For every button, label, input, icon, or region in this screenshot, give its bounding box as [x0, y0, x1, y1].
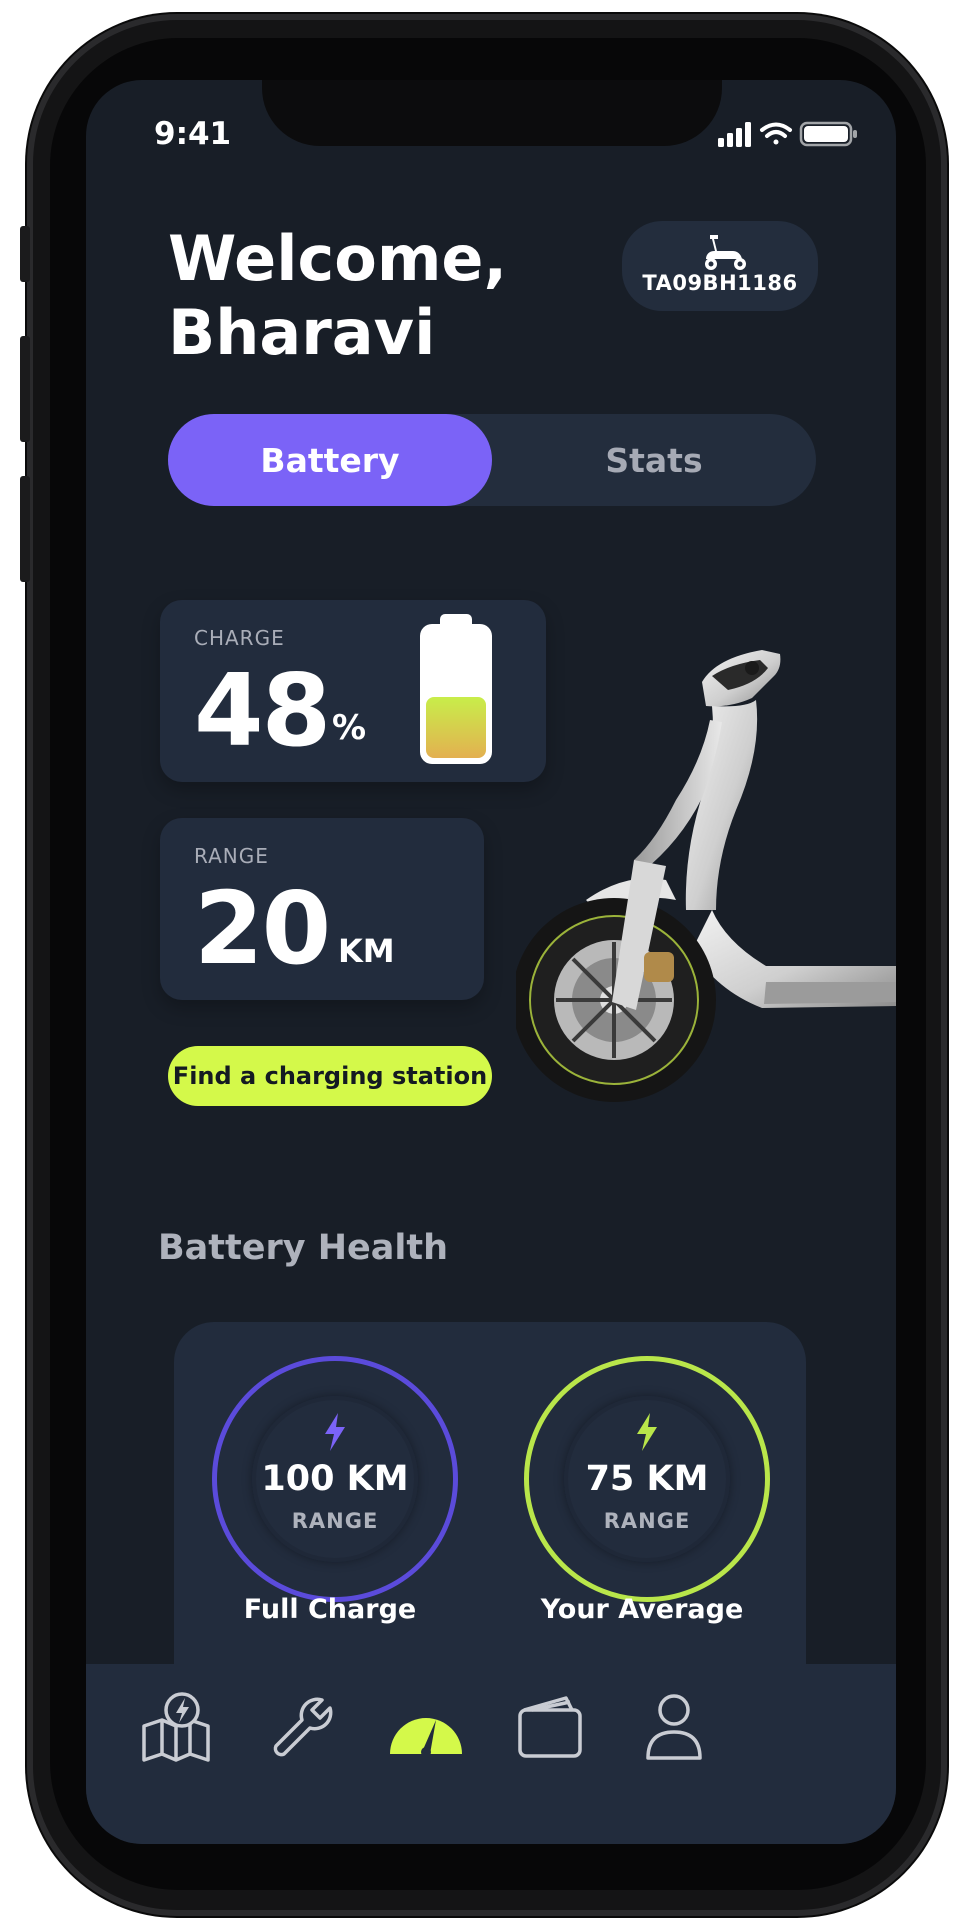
range-label: RANGE [194, 844, 269, 868]
phone-volume-down [20, 476, 30, 582]
segmented-tabs: Battery Stats [168, 414, 816, 506]
plate-number: TA09BH1186 [642, 271, 798, 295]
average-charge-ring: 75 KM RANGE [524, 1356, 770, 1602]
app-screen: 9:41 Welcome, Bharavi TA09BH1186 Battery… [86, 80, 896, 1844]
full-charge-ring: 100 KM RANGE [212, 1356, 458, 1602]
scooter-image [516, 650, 896, 1102]
cellular-signal-icon [718, 122, 751, 147]
bottom-navigation [86, 1664, 896, 1844]
range-value: 20 [194, 870, 331, 987]
battery-status-icon [799, 121, 857, 147]
map-charging-icon[interactable] [136, 1686, 216, 1766]
average-charge-value: 75 KM [585, 1459, 709, 1499]
charge-label: CHARGE [194, 626, 285, 650]
average-charge-caption: Your Average [540, 1594, 744, 1625]
full-charge-caption: Full Charge [243, 1594, 417, 1625]
battery-level-icon [420, 624, 492, 764]
wifi-icon [760, 122, 792, 145]
tab-battery[interactable]: Battery [168, 414, 492, 506]
welcome-line: Welcome, [168, 222, 508, 295]
charge-unit: % [332, 708, 367, 748]
range-card: RANGE 20 KM [160, 818, 484, 1000]
notch [262, 80, 722, 146]
battery-level-fill [426, 697, 486, 758]
speedometer-icon[interactable] [386, 1686, 466, 1766]
battery-health-title: Battery Health [158, 1228, 449, 1268]
lightning-icon [325, 1413, 345, 1451]
full-charge-sub: RANGE [291, 1509, 379, 1533]
find-charging-station-button[interactable]: Find a charging station [168, 1046, 492, 1106]
wallet-icon[interactable] [510, 1686, 590, 1766]
full-charge-value: 100 KM [261, 1459, 409, 1499]
lightning-icon [637, 1413, 657, 1451]
profile-icon[interactable] [634, 1686, 714, 1766]
welcome-heading: Welcome, Bharavi [168, 222, 548, 370]
phone-volume-up [20, 336, 30, 442]
range-unit: KM [338, 932, 395, 970]
status-time: 9:41 [154, 116, 232, 152]
average-charge-sub: RANGE [603, 1509, 691, 1533]
wrench-icon[interactable] [264, 1686, 344, 1766]
phone-side-button [20, 226, 30, 282]
status-icons [718, 121, 857, 147]
vehicle-plate-badge[interactable]: TA09BH1186 [622, 221, 818, 311]
scooter-icon [705, 235, 746, 270]
charge-value: 48 [194, 652, 331, 769]
charge-card: CHARGE 48 % [160, 600, 546, 782]
tab-stats[interactable]: Stats [492, 414, 816, 506]
user-name: Bharavi [168, 296, 436, 369]
